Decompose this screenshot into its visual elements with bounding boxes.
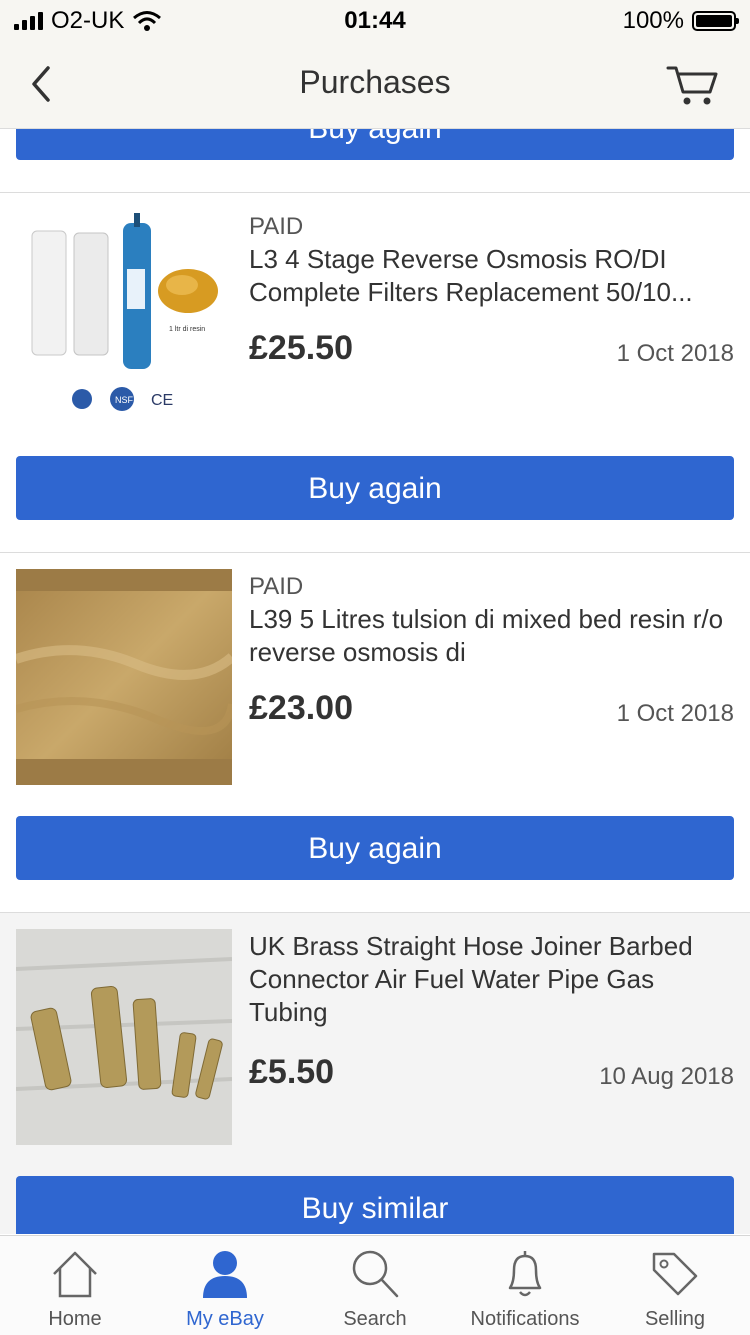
cart-icon[interactable]: [666, 62, 720, 108]
tab-home[interactable]: Home: [0, 1236, 150, 1335]
buy-again-button[interactable]: Buy again: [16, 128, 734, 160]
buy-similar-button[interactable]: Buy similar: [16, 1176, 734, 1234]
home-icon: [53, 1251, 97, 1298]
item-price: £23.00: [249, 689, 353, 727]
item-title[interactable]: L39 5 Litres tulsion di mixed bed resin …: [249, 603, 735, 669]
purchase-item[interactable]: UK Brass Straight Hose Joiner Barbed Con…: [0, 913, 750, 1234]
tab-label: Notifications: [470, 1308, 580, 1330]
payment-status: PAID: [249, 213, 304, 240]
tab-label: Search: [343, 1308, 407, 1330]
item-title[interactable]: L3 4 Stage Reverse Osmosis RO/DI Complet…: [249, 243, 735, 309]
item-title[interactable]: UK Brass Straight Hose Joiner Barbed Con…: [249, 930, 735, 1029]
buy-again-button[interactable]: Buy again: [16, 816, 734, 880]
svg-text:NSF: NSF: [115, 395, 134, 405]
item-thumbnail[interactable]: [16, 569, 232, 785]
tab-selling[interactable]: Selling: [600, 1236, 750, 1335]
tab-label: Home: [48, 1308, 102, 1330]
purchase-date: 1 Oct 2018: [616, 700, 734, 727]
tag-icon: [652, 1252, 698, 1296]
purchase-date: 1 Oct 2018: [616, 340, 734, 367]
status-bar: O2-UK 01:44 100%: [0, 0, 750, 40]
item-thumbnail[interactable]: 1 ltr di resin NSF CE: [16, 209, 232, 425]
item-price: £5.50: [249, 1053, 335, 1091]
tab-label: My eBay: [186, 1308, 264, 1330]
purchase-item[interactable]: 1 ltr di resin NSF CE PAID L3 4 Stage Re…: [0, 193, 750, 552]
tab-bar: Home My eBay Search Notifications Sellin…: [0, 1235, 750, 1335]
item-thumbnail[interactable]: [16, 929, 232, 1145]
tab-label: Selling: [644, 1308, 706, 1330]
purchase-item[interactable]: PAID L39 5 Litres tulsion di mixed bed r…: [0, 553, 750, 912]
search-icon: [352, 1250, 399, 1298]
buy-again-button[interactable]: Buy again: [16, 456, 734, 520]
tab-notifications[interactable]: Notifications: [450, 1236, 600, 1335]
status-right: 100%: [622, 7, 739, 35]
battery-percent: 100%: [622, 7, 684, 34]
bell-icon: [508, 1251, 542, 1297]
battery-icon: [692, 11, 739, 31]
tab-my-ebay[interactable]: My eBay: [150, 1236, 300, 1335]
tab-search[interactable]: Search: [300, 1236, 450, 1335]
image-caption: 1 ltr di resin: [169, 326, 205, 333]
svg-text:CE: CE: [151, 392, 173, 409]
user-icon: [203, 1251, 247, 1298]
nav-bar: Purchases: [0, 40, 750, 129]
payment-status: PAID: [249, 573, 304, 600]
item-price: £25.50: [249, 329, 353, 367]
page-title: Purchases: [299, 64, 451, 100]
purchase-date: 10 Aug 2018: [599, 1063, 734, 1090]
purchases-list[interactable]: Buy again 1 ltr di resin NSF CE PAID L3 …: [0, 128, 750, 1234]
